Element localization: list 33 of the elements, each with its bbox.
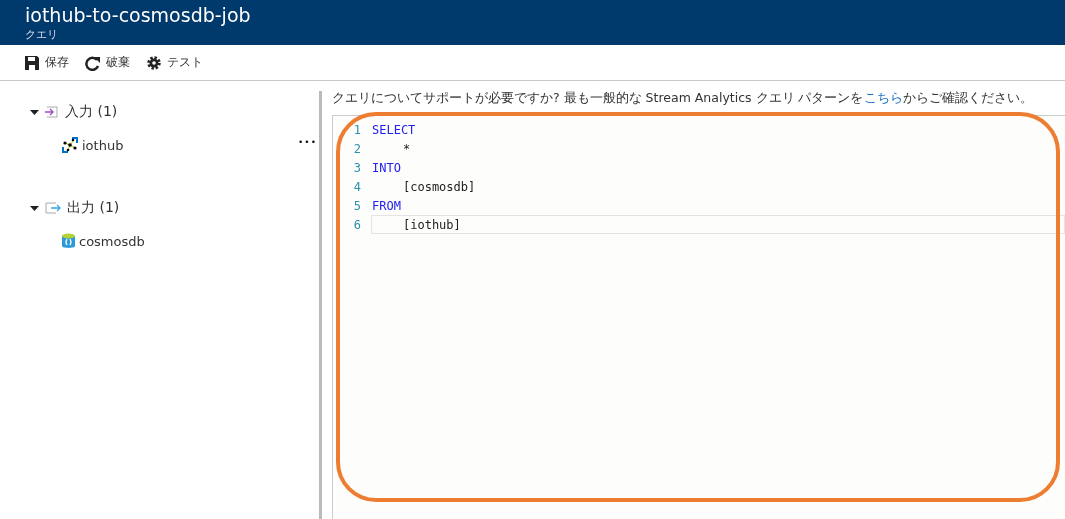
expanded-caret-icon[interactable] — [30, 203, 39, 213]
line-number: 2 — [352, 141, 362, 156]
help-text: クエリについてサポートが必要ですか? 最も一般的な Stream Analytics クエリ パターンを こちらからご確認ください。 — [332, 91, 1034, 105]
line-number: 4 — [352, 179, 362, 194]
page-title: iothub-to-cosmosdb-job — [25, 3, 251, 27]
tree-item[interactable]: iothub — [82, 137, 124, 153]
line-number: 6 — [352, 217, 362, 232]
redo-icon — [85, 54, 101, 71]
hub-icon — [62, 137, 78, 153]
query-editor[interactable]: 1 SELECT 2 * 3 INTO 4 [cosmosdb] 5 FROM 6 [iothub] — [332, 115, 1065, 519]
page-subtitle: クエリ — [25, 27, 58, 42]
code-line: FROM — [371, 198, 402, 215]
expanded-caret-icon[interactable] — [30, 107, 39, 117]
gear-icon — [146, 54, 162, 71]
toolbar-button[interactable]: テスト — [146, 54, 203, 71]
database-icon — [62, 233, 75, 249]
tree-item[interactable]: cosmosdb — [79, 233, 145, 249]
tree-group-label[interactable]: 入力 (1) — [65, 103, 118, 121]
code-line: [cosmosdb] — [402, 179, 477, 196]
toolbar-button[interactable]: 破棄 — [85, 54, 130, 71]
help-link[interactable]: こちら — [863, 90, 903, 105]
output-icon — [45, 202, 61, 214]
code-line: SELECT — [371, 122, 417, 139]
code-line: * — [402, 141, 412, 158]
code-line: INTO — [371, 160, 402, 177]
line-number: 5 — [352, 198, 362, 213]
line-number: 1 — [352, 122, 362, 137]
line-number: 3 — [352, 160, 362, 175]
save-icon — [24, 54, 40, 71]
input-icon — [45, 106, 59, 118]
tree-group-label[interactable]: 出力 (1) — [67, 199, 120, 217]
more-button[interactable]: ••• — [298, 137, 317, 147]
toolbar-button[interactable]: 保存 — [24, 54, 69, 71]
